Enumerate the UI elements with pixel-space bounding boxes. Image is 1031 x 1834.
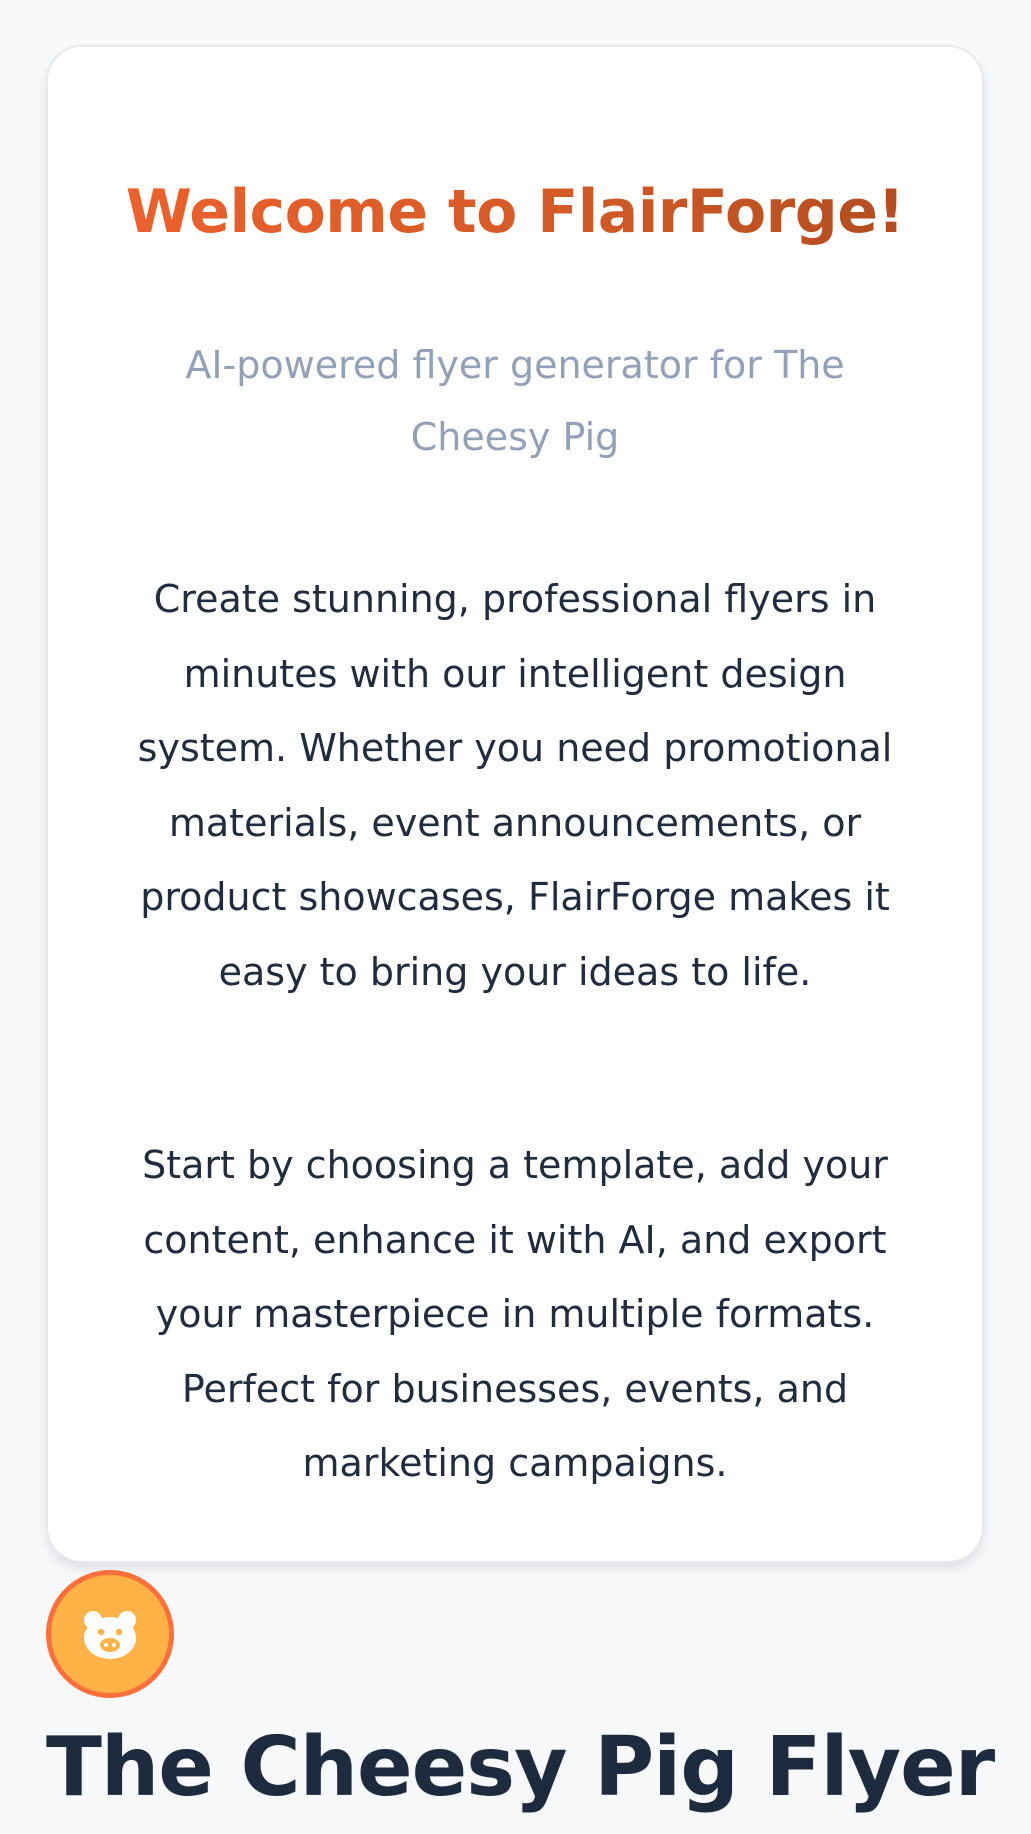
brand-logo-badge (46, 1570, 174, 1698)
welcome-card: Welcome to FlairForge! AI-powered flyer … (46, 45, 984, 1563)
welcome-description: Create stunning, professional flyers in … (137, 577, 893, 994)
welcome-title: Welcome to FlairForge! (48, 167, 982, 257)
pig-face-icon (84, 1611, 136, 1659)
welcome-instructions: Start by choosing a template, add your c… (142, 1143, 888, 1485)
page-title: The Cheesy Pig Flyer (46, 1720, 995, 1815)
welcome-subtitle: AI-powered flyer generator for The Chees… (185, 343, 845, 459)
